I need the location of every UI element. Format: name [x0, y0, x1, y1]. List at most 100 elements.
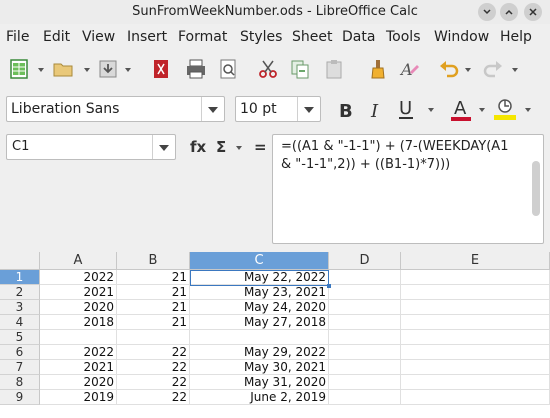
- paste-icon[interactable]: [323, 58, 345, 80]
- maximize-button[interactable]: [500, 3, 518, 21]
- row-header[interactable]: 4: [0, 315, 40, 330]
- cell[interactable]: 21: [117, 270, 190, 285]
- print-icon[interactable]: [185, 58, 207, 80]
- cell[interactable]: May 31, 2020: [190, 375, 329, 390]
- close-button[interactable]: [524, 3, 542, 21]
- cell[interactable]: [401, 345, 550, 360]
- formula-scrollbar[interactable]: [531, 145, 541, 237]
- cell[interactable]: 22: [117, 375, 190, 390]
- open-folder-icon[interactable]: [52, 58, 74, 80]
- cell[interactable]: 22: [117, 390, 190, 405]
- copy-icon[interactable]: [289, 58, 311, 80]
- cell[interactable]: [401, 330, 550, 345]
- undo-icon[interactable]: [438, 58, 460, 80]
- column-header-a[interactable]: A: [40, 252, 117, 270]
- row-header[interactable]: 2: [0, 285, 40, 300]
- undo-dropdown-icon[interactable]: [465, 68, 471, 72]
- sum-icon[interactable]: Σ: [216, 138, 226, 156]
- cell[interactable]: 22: [117, 345, 190, 360]
- menu-window[interactable]: Window: [434, 29, 489, 45]
- sum-dropdown-icon[interactable]: [236, 146, 242, 150]
- underline-icon[interactable]: U: [396, 96, 418, 122]
- cut-icon[interactable]: [257, 58, 279, 80]
- cell[interactable]: [329, 300, 401, 315]
- cell[interactable]: [329, 375, 401, 390]
- minimize-button[interactable]: [478, 3, 496, 21]
- cell[interactable]: 21: [117, 285, 190, 300]
- row-header[interactable]: 1: [0, 270, 40, 285]
- cell[interactable]: [329, 390, 401, 405]
- cell[interactable]: 2018: [40, 315, 117, 330]
- menu-insert[interactable]: Insert: [127, 29, 167, 45]
- cell[interactable]: [117, 330, 190, 345]
- italic-icon[interactable]: I: [366, 98, 388, 122]
- cell[interactable]: May 24, 2020: [190, 300, 329, 315]
- cell[interactable]: May 27, 2018: [190, 315, 329, 330]
- function-wizard-icon[interactable]: fx: [190, 138, 206, 156]
- cell[interactable]: [401, 270, 550, 285]
- cell[interactable]: [329, 285, 401, 300]
- menu-view[interactable]: View: [82, 29, 115, 45]
- cell[interactable]: 21: [117, 315, 190, 330]
- cell[interactable]: [401, 375, 550, 390]
- cell[interactable]: 2022: [40, 270, 117, 285]
- cell[interactable]: [401, 360, 550, 375]
- menu-format[interactable]: Format: [178, 29, 227, 45]
- font-name-box[interactable]: Liberation Sans: [6, 96, 225, 122]
- column-header-b[interactable]: B: [117, 252, 190, 270]
- bold-icon[interactable]: B: [335, 98, 357, 122]
- cell[interactable]: 22: [117, 360, 190, 375]
- cell[interactable]: [329, 345, 401, 360]
- font-name-dropdown-icon[interactable]: [201, 97, 224, 121]
- save-icon[interactable]: [97, 58, 119, 80]
- menu-data[interactable]: Data: [342, 29, 375, 45]
- cell[interactable]: 2020: [40, 375, 117, 390]
- row-header[interactable]: 6: [0, 345, 40, 360]
- row-header[interactable]: 7: [0, 360, 40, 375]
- cell[interactable]: [40, 330, 117, 345]
- cell[interactable]: May 23, 2021: [190, 285, 329, 300]
- cell[interactable]: May 29, 2022: [190, 345, 329, 360]
- formula-icon[interactable]: =: [254, 138, 267, 156]
- column-header-d[interactable]: D: [329, 252, 401, 270]
- name-box-dropdown-icon[interactable]: [152, 135, 175, 159]
- column-header-c[interactable]: C: [190, 252, 329, 270]
- cell[interactable]: [329, 270, 401, 285]
- row-header[interactable]: 3: [0, 300, 40, 315]
- cell[interactable]: 2019: [40, 390, 117, 405]
- new-dropdown-icon[interactable]: [38, 68, 44, 72]
- font-size-dropdown-icon[interactable]: [297, 97, 320, 121]
- highlight-color-icon[interactable]: [492, 96, 518, 122]
- export-pdf-icon[interactable]: [150, 58, 172, 80]
- cell[interactable]: June 2, 2019: [190, 390, 329, 405]
- new-spreadsheet-icon[interactable]: [8, 58, 30, 80]
- clone-formatting-icon[interactable]: [367, 58, 389, 80]
- cell[interactable]: 2022: [40, 345, 117, 360]
- menu-sheet[interactable]: Sheet: [292, 29, 332, 45]
- highlight-dropdown-icon[interactable]: [525, 108, 531, 112]
- cell[interactable]: [190, 330, 329, 345]
- cell[interactable]: [329, 330, 401, 345]
- font-color-dropdown-icon[interactable]: [479, 108, 485, 112]
- menu-file[interactable]: File: [6, 29, 29, 45]
- cell[interactable]: [401, 285, 550, 300]
- underline-dropdown-icon[interactable]: [428, 108, 434, 112]
- cell[interactable]: [401, 315, 550, 330]
- name-box[interactable]: C1: [6, 134, 176, 160]
- cell[interactable]: 21: [117, 300, 190, 315]
- cell[interactable]: [329, 360, 401, 375]
- select-all-corner[interactable]: [0, 252, 40, 270]
- row-header[interactable]: 5: [0, 330, 40, 345]
- cell[interactable]: May 22, 2022: [190, 270, 329, 285]
- menu-edit[interactable]: Edit: [43, 29, 70, 45]
- cell[interactable]: 2021: [40, 285, 117, 300]
- redo-icon[interactable]: [482, 58, 504, 80]
- cell[interactable]: 2020: [40, 300, 117, 315]
- column-header-e[interactable]: E: [401, 252, 550, 270]
- formula-scrollbar-thumb[interactable]: [532, 161, 540, 216]
- open-dropdown-icon[interactable]: [84, 68, 90, 72]
- cell[interactable]: [329, 315, 401, 330]
- row-header[interactable]: 8: [0, 375, 40, 390]
- cell[interactable]: [401, 300, 550, 315]
- cell[interactable]: 2021: [40, 360, 117, 375]
